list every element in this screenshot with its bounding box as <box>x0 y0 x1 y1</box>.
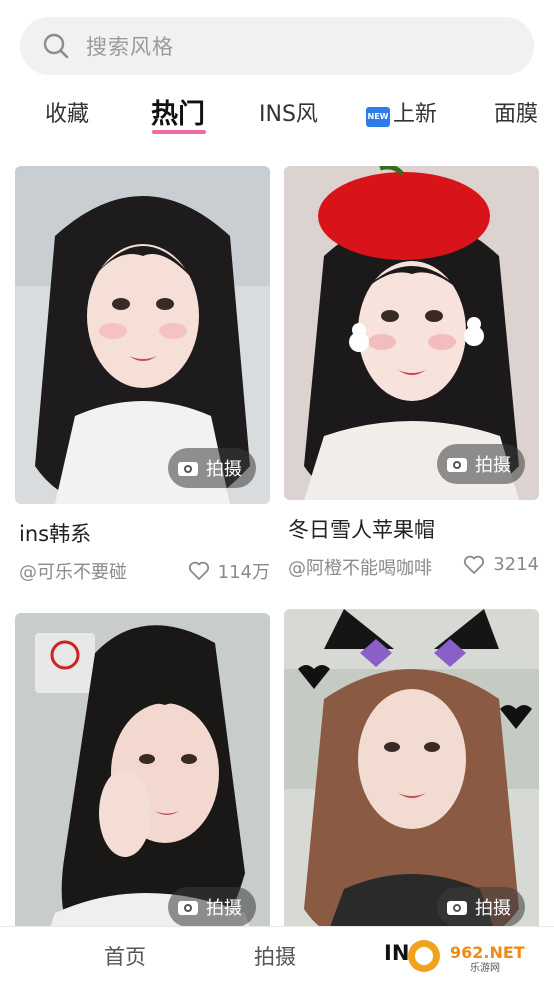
card-title: ins韩系 <box>19 522 92 546</box>
search-bar[interactable]: 搜索风格 <box>20 17 534 75</box>
style-card[interactable]: 拍摄 <box>284 609 539 943</box>
category-tabs: 收藏 热门 INS风 NEW 上新 面膜 <box>0 90 554 140</box>
shoot-button[interactable]: 拍摄 <box>437 444 525 484</box>
style-card[interactable]: 拍摄 冬日雪人苹果帽 @阿橙不能喝咖啡 3214 <box>284 166 539 580</box>
camera-icon <box>447 456 467 472</box>
shoot-button-label: 拍摄 <box>475 455 511 476</box>
shoot-button[interactable]: 拍摄 <box>168 887 256 927</box>
card-author[interactable]: @可乐不要碰 <box>19 558 127 584</box>
watermark-logo: 962.NET 乐游网 <box>406 934 546 978</box>
shoot-button[interactable]: 拍摄 <box>437 887 525 927</box>
card-author[interactable]: @阿橙不能喝咖啡 <box>288 554 432 580</box>
new-badge-icon: NEW <box>366 107 390 127</box>
like-count[interactable]: 114万 <box>188 558 270 584</box>
like-count-label: 3214 <box>493 554 539 575</box>
card-photo: 拍摄 <box>15 613 270 943</box>
camera-icon <box>178 460 198 476</box>
tab-favorites[interactable]: 收藏 <box>45 96 89 128</box>
camera-icon <box>178 899 198 915</box>
like-count-label: 114万 <box>217 562 270 583</box>
shoot-button[interactable]: 拍摄 <box>168 448 256 488</box>
card-meta: @可乐不要碰 114万 <box>15 556 270 584</box>
style-card[interactable]: 拍摄 ins韩系 @可乐不要碰 114万 <box>15 166 270 584</box>
tab-ins[interactable]: INS风 <box>259 96 318 128</box>
shoot-button-label: 拍摄 <box>206 898 242 919</box>
nav-shoot[interactable]: 拍摄 <box>254 941 296 971</box>
heart-icon <box>188 561 209 580</box>
card-meta: @阿橙不能喝咖啡 3214 <box>284 552 539 580</box>
card-title: 冬日雪人苹果帽 <box>288 518 435 542</box>
svg-text:乐游网: 乐游网 <box>470 961 500 974</box>
heart-icon <box>464 555 485 574</box>
nav-home[interactable]: 首页 <box>104 941 146 971</box>
card-photo: 拍摄 <box>284 166 539 500</box>
shoot-button-label: 拍摄 <box>475 898 511 919</box>
card-photo: 拍摄 <box>284 609 539 943</box>
camera-icon <box>447 899 467 915</box>
search-icon <box>42 32 70 60</box>
like-count[interactable]: 3214 <box>463 554 539 575</box>
card-photo: 拍摄 <box>15 166 270 504</box>
search-placeholder: 搜索风格 <box>86 35 174 59</box>
style-card[interactable]: 拍摄 <box>15 613 270 943</box>
tab-new-label: 上新 <box>393 102 438 127</box>
active-tab-indicator <box>152 130 206 134</box>
tab-mask[interactable]: 面膜 <box>494 96 538 128</box>
tab-hot[interactable]: 热门 <box>151 92 205 131</box>
svg-text:962.NET: 962.NET <box>450 943 525 962</box>
shoot-button-label: 拍摄 <box>206 459 242 480</box>
tab-new[interactable]: NEW 上新 <box>366 96 437 128</box>
